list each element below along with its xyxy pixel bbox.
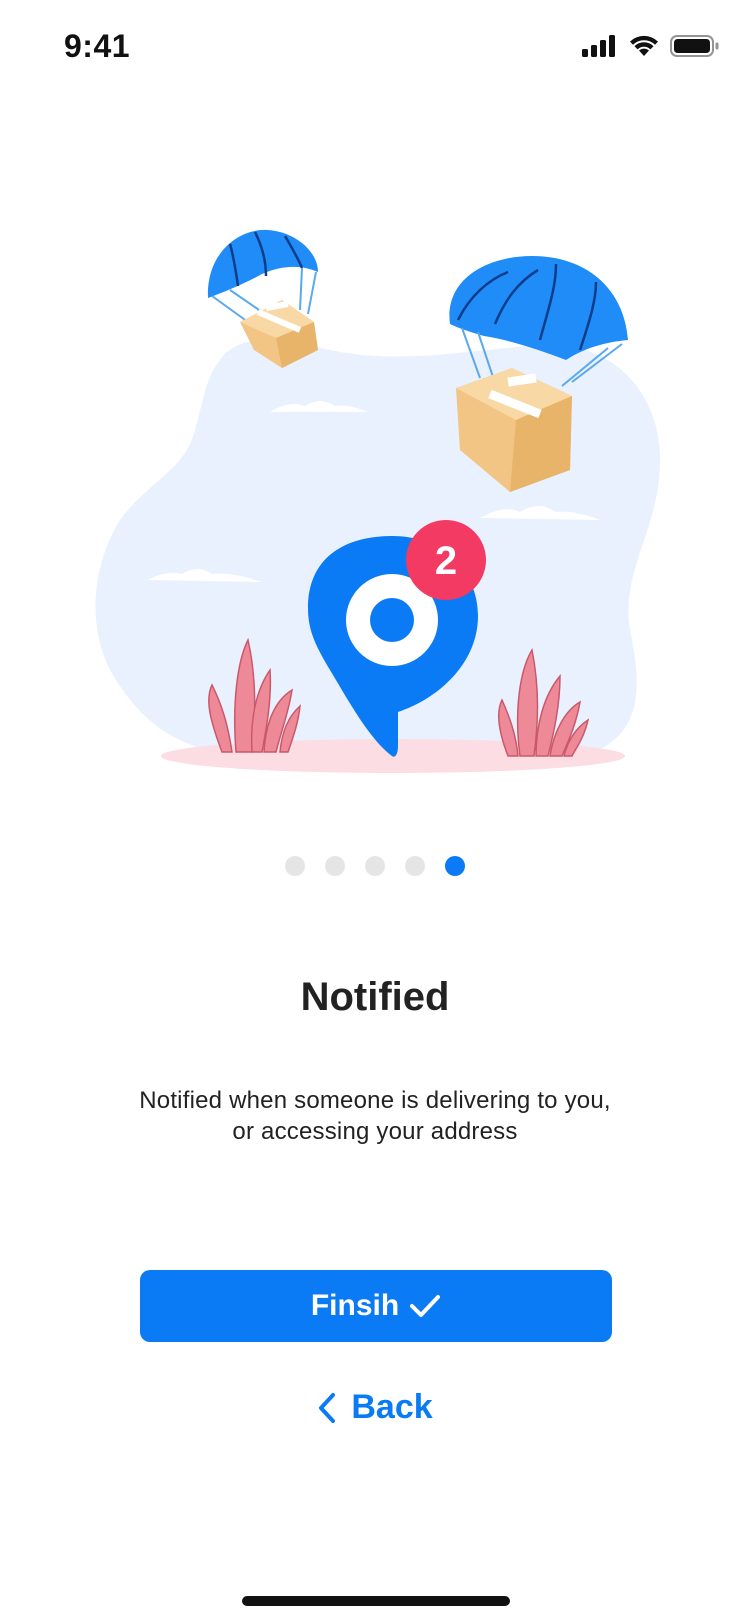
- wifi-icon: [630, 35, 658, 56]
- description-line-2: or accessing your address: [232, 1118, 518, 1145]
- chevron-left-icon: [319, 1392, 336, 1423]
- back-button[interactable]: Back: [0, 1388, 750, 1427]
- onboarding-illustration: 2: [95, 229, 660, 773]
- pager-dot[interactable]: [365, 856, 385, 876]
- checkmark-icon: [410, 1295, 441, 1317]
- page-title: Notified: [300, 975, 450, 1019]
- battery-icon: [670, 35, 719, 57]
- parachute-box-icon: [207, 229, 318, 368]
- status-time: 9:41: [64, 28, 131, 64]
- page-description: Notified when someone is delivering to y…: [90, 1085, 660, 1147]
- notification-badge-icon: 2: [406, 520, 486, 600]
- status-bar: 9:41: [0, 0, 750, 92]
- finish-button-label: Finsih: [310, 1289, 400, 1322]
- pager-dot-active[interactable]: [445, 856, 465, 876]
- pager-dot[interactable]: [405, 856, 425, 876]
- description-line-1: Notified when someone is delivering to y…: [139, 1087, 611, 1114]
- home-indicator[interactable]: [242, 1596, 510, 1606]
- status-icons: [582, 32, 720, 60]
- back-button-label: Back: [351, 1388, 433, 1426]
- page-indicator: [0, 856, 750, 876]
- pager-dot[interactable]: [325, 856, 345, 876]
- notification-badge-count: 2: [435, 539, 457, 583]
- finish-button[interactable]: Finsih: [140, 1270, 612, 1342]
- pager-dot[interactable]: [285, 856, 305, 876]
- cellular-signal-icon: [582, 35, 615, 57]
